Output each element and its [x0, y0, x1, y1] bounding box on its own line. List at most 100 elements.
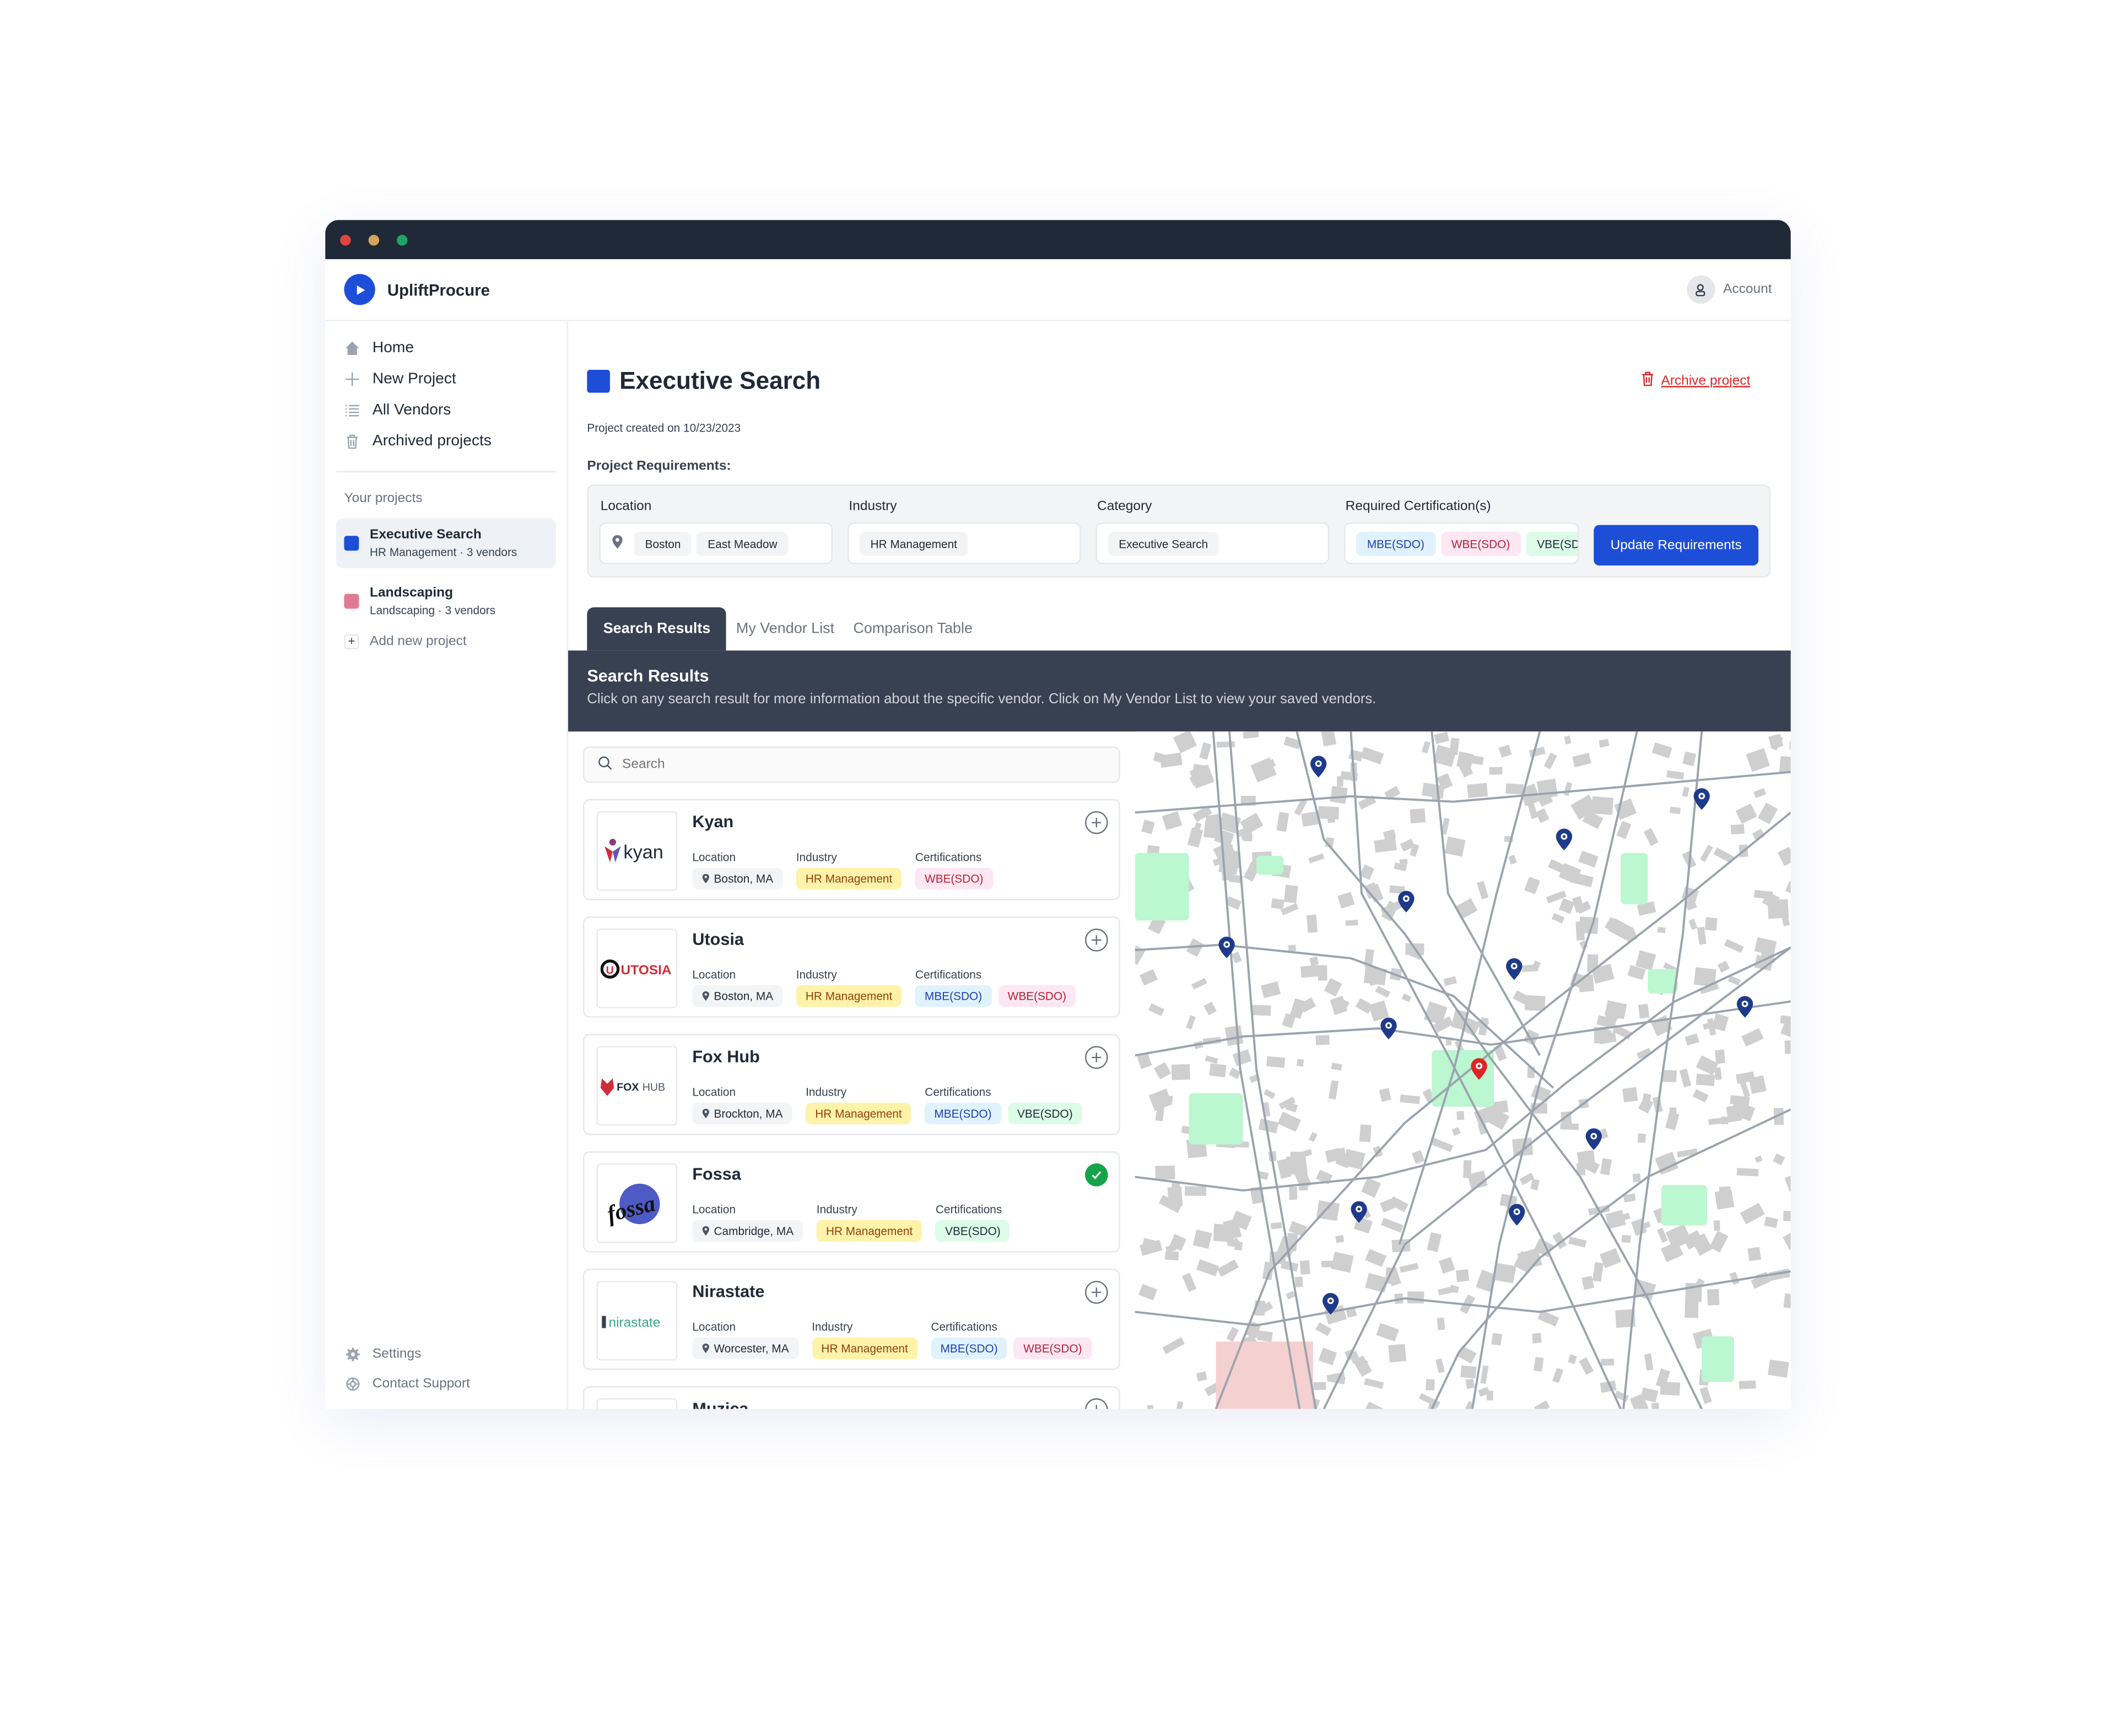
- top-bar: UpliftProcure Account: [325, 259, 1791, 321]
- vendor-map-marker[interactable]: [1508, 1204, 1525, 1226]
- map-building: [1375, 985, 1391, 998]
- sidebar-item-contact-support[interactable]: Contact Support: [344, 1368, 470, 1398]
- certifications-label: Certifications: [915, 967, 982, 982]
- certifications-label: Certifications: [935, 1203, 1002, 1216]
- map-building: [1746, 748, 1770, 772]
- map-building: [1435, 1358, 1445, 1373]
- certification-chip[interactable]: WBE(SDO): [1440, 531, 1521, 556]
- map-building: [1289, 1187, 1298, 1200]
- map-building: [1535, 808, 1550, 823]
- add-vendor-button[interactable]: [1084, 811, 1108, 834]
- vendor-map-marker[interactable]: [1693, 788, 1710, 810]
- vendor-list: kyan Kyan Location Boston, MA Industry H…: [582, 746, 1120, 1409]
- map-building: [1753, 788, 1767, 799]
- map-building: [1313, 1382, 1326, 1390]
- certification-chip[interactable]: VBE(SDO): [1526, 531, 1578, 556]
- add-vendor-button[interactable]: [1084, 1045, 1108, 1069]
- location-input[interactable]: Boston East Meadow: [599, 522, 833, 564]
- sidebar-item-new-project[interactable]: New Project: [336, 363, 556, 394]
- map-building: [1167, 1187, 1183, 1206]
- svg-text:HUB: HUB: [643, 1081, 665, 1093]
- account-menu[interactable]: Account: [1686, 275, 1772, 304]
- map-building: [1449, 737, 1460, 756]
- map-building: [1755, 1155, 1763, 1163]
- vendor-card[interactable]: FOX HUB Fox Hub Location Brockton, MA Ind…: [582, 1033, 1120, 1135]
- vendor-card[interactable]: Muzica: [582, 1386, 1120, 1409]
- map-park: [1256, 855, 1283, 875]
- map-building: [1444, 836, 1466, 857]
- vendor-map-marker[interactable]: [1310, 756, 1327, 778]
- close-window-button[interactable]: [340, 234, 351, 245]
- industry-chip[interactable]: HR Management: [860, 531, 968, 556]
- added-check-button[interactable]: [1084, 1163, 1108, 1187]
- industry-input[interactable]: HR Management: [847, 522, 1081, 564]
- add-vendor-button[interactable]: [1084, 1281, 1108, 1304]
- vendor-logo: kyan: [596, 811, 678, 891]
- map-building: [1412, 1150, 1425, 1164]
- location-chip[interactable]: Boston: [634, 531, 692, 556]
- minimize-window-button[interactable]: [368, 234, 380, 245]
- sidebar-item-archived-projects[interactable]: Archived projects: [336, 425, 556, 456]
- map-building: [1777, 847, 1791, 866]
- vendor-logo: fossa: [596, 1163, 678, 1243]
- vendor-map-marker[interactable]: [1380, 1017, 1397, 1039]
- add-project-button[interactable]: + Add new project: [336, 634, 556, 649]
- category-label: Category: [1097, 499, 1152, 515]
- map-building: [1551, 913, 1565, 924]
- industry-label: Industry: [816, 1203, 857, 1216]
- category-chip[interactable]: Executive Search: [1108, 531, 1219, 556]
- vendor-map-marker[interactable]: [1506, 958, 1523, 980]
- maximize-window-button[interactable]: [397, 234, 408, 245]
- search-input[interactable]: [622, 757, 1027, 772]
- vendor-map-marker[interactable]: [1736, 996, 1753, 1018]
- project-subtitle: HR Management · 3 vendors: [370, 545, 517, 559]
- archive-project-link[interactable]: Archive project: [1641, 371, 1750, 390]
- results-description: Click on any search result for more info…: [587, 691, 1377, 708]
- vendor-card[interactable]: fossa Fossa Location Cambridge, MA Indus…: [582, 1151, 1120, 1253]
- map-building: [1427, 1232, 1442, 1252]
- sidebar-item-home[interactable]: Home: [336, 332, 556, 363]
- home-icon: [344, 339, 360, 355]
- map-building: [1294, 1276, 1303, 1287]
- search-box[interactable]: [582, 746, 1120, 783]
- add-vendor-button[interactable]: [1084, 928, 1108, 952]
- location-chip[interactable]: East Meadow: [697, 531, 789, 556]
- industry-label: Industry: [796, 967, 837, 982]
- tab-my-vendor-list[interactable]: My Vendor List: [727, 607, 844, 650]
- vendor-meta: Location Worcester, MA Industry HR Manag…: [692, 1320, 1092, 1360]
- sidebar-project-landscaping[interactable]: Landscaping Landscaping · 3 vendors: [336, 576, 556, 627]
- update-requirements-button[interactable]: Update Requirements: [1594, 525, 1759, 566]
- vendor-card[interactable]: nirastate Nirastate Location Worcester, …: [582, 1269, 1120, 1370]
- map-building: [1644, 1353, 1654, 1371]
- location-value: Worcester, MA: [714, 1341, 789, 1355]
- certification-chip: MBE(SDO): [915, 985, 992, 1007]
- map-building: [1700, 844, 1713, 862]
- map-building: [1324, 978, 1342, 997]
- map-building: [1591, 796, 1614, 815]
- sidebar-item-all-vendors[interactable]: All Vendors: [336, 394, 556, 425]
- map-canvas[interactable]: [1135, 731, 1791, 1409]
- category-input[interactable]: Executive Search: [1095, 522, 1330, 564]
- sidebar-project-executive-search[interactable]: Executive Search HR Management · 3 vendo…: [336, 518, 556, 569]
- certifications-input[interactable]: MBE(SDO) WBE(SDO) VBE(SDO): [1344, 522, 1579, 564]
- map-building: [1783, 1293, 1791, 1309]
- vendor-map-marker[interactable]: [1398, 891, 1415, 913]
- vendor-map[interactable]: [1135, 731, 1791, 1409]
- sidebar-item-settings[interactable]: Settings: [344, 1339, 469, 1368]
- vendor-card[interactable]: U UTOSIA Utosia Location Boston, MA Indus…: [582, 916, 1120, 1018]
- tab-comparison-table[interactable]: Comparison Table: [844, 607, 982, 650]
- map-building: [1767, 899, 1789, 919]
- vendor-card[interactable]: kyan Kyan Location Boston, MA Industry H…: [582, 799, 1120, 901]
- vendor-map-marker[interactable]: [1556, 828, 1573, 850]
- certification-chip[interactable]: MBE(SDO): [1356, 531, 1435, 556]
- map-building: [1154, 1062, 1172, 1080]
- add-vendor-button[interactable]: [1084, 1398, 1108, 1409]
- brand[interactable]: UpliftProcure: [344, 274, 490, 305]
- tab-search-results[interactable]: Search Results: [587, 607, 727, 651]
- map-building: [1784, 1175, 1791, 1192]
- vendor-map-marker[interactable]: [1585, 1128, 1602, 1150]
- vendor-meta: Location Boston, MA Industry HR Manageme…: [692, 850, 993, 889]
- map-building: [1600, 1158, 1612, 1176]
- map-building: [1345, 919, 1358, 926]
- location-value: Boston, MA: [714, 989, 774, 1003]
